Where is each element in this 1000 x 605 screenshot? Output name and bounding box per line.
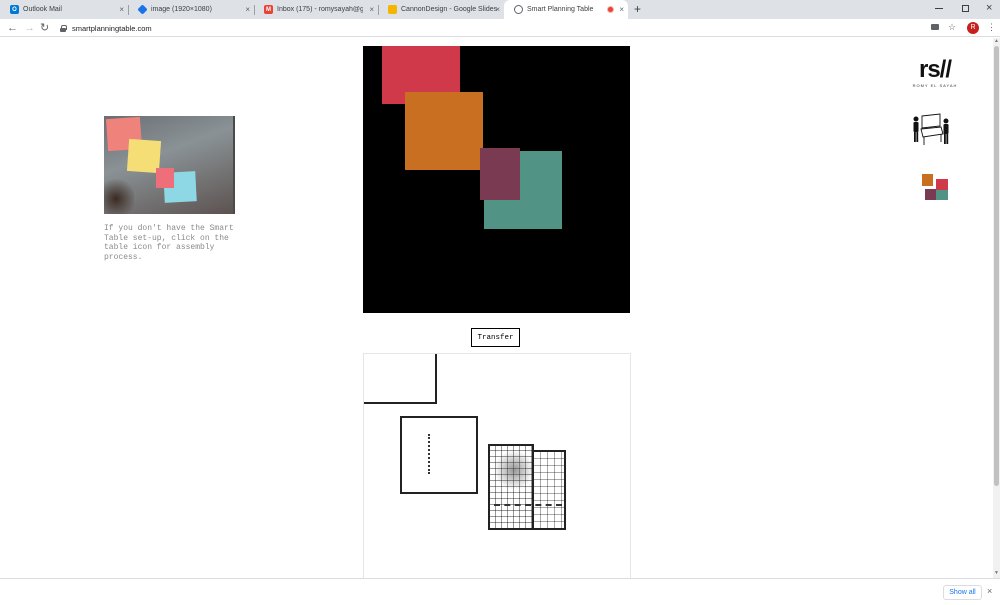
tab-google-slides[interactable]: CannonDesign - Google Slides × <box>378 0 504 19</box>
tab-title: image (1920×1080) <box>151 6 212 13</box>
close-icon[interactable]: × <box>245 5 250 14</box>
forward-button[interactable]: → <box>24 21 35 35</box>
smart-table-photo[interactable] <box>104 116 235 214</box>
reload-button[interactable]: ↻ <box>40 21 49 35</box>
browser-toolbar: ← → ↻ smartplanningtable.com ☆ R ⋮ <box>0 19 1000 37</box>
logo-mark: rs// <box>918 56 952 83</box>
url-text: smartplanningtable.com <box>72 23 152 33</box>
menu-icon[interactable]: ⋮ <box>987 22 996 33</box>
plan-room <box>400 416 478 494</box>
tab-strip: O Outlook Mail × image (1920×1080) × M I… <box>0 0 1000 19</box>
profile-avatar[interactable]: R <box>967 22 979 34</box>
plan-room <box>532 450 566 530</box>
close-icon[interactable]: × <box>495 5 500 14</box>
setup-instruction: If you don't have the Smart Table set-up… <box>104 224 234 262</box>
tab-title: Smart Planning Table <box>527 6 594 13</box>
photo-shadow <box>104 176 134 214</box>
new-tab-button[interactable]: + <box>634 3 641 15</box>
floor-plan-output <box>363 353 631 583</box>
tab-title: Outlook Mail <box>23 6 62 13</box>
close-icon[interactable]: × <box>119 5 124 14</box>
page-scrollbar[interactable]: ▲ ▼ <box>993 38 1000 578</box>
tab-outlook-mail[interactable]: O Outlook Mail × <box>0 0 129 19</box>
globe-icon <box>514 5 523 14</box>
plan-furniture <box>494 504 562 516</box>
tab-gmail-inbox[interactable]: M Inbox (175) - romysayah@gmail × <box>254 0 379 19</box>
close-icon[interactable]: × <box>987 586 992 596</box>
scroll-up-arrow[interactable]: ▲ <box>994 39 999 44</box>
square-orange[interactable] <box>405 92 483 170</box>
minimize-button[interactable] <box>935 8 943 9</box>
plan-shading <box>494 450 534 490</box>
window-close-button[interactable]: × <box>986 2 992 14</box>
squares-icon[interactable] <box>920 174 950 202</box>
square-maroon[interactable] <box>480 148 520 200</box>
lock-icon <box>60 24 67 32</box>
logo-name: ROMY EL SAYAH <box>912 83 958 88</box>
show-all-button[interactable]: Show all <box>943 585 982 600</box>
site-logo[interactable]: rs// ROMY EL SAYAH <box>905 56 965 89</box>
diamond-icon <box>137 4 148 15</box>
gmail-icon: M <box>264 5 273 14</box>
address-bar[interactable]: smartplanningtable.com <box>60 22 920 34</box>
design-canvas[interactable] <box>363 46 630 313</box>
plan-room <box>364 354 437 404</box>
scroll-thumb[interactable] <box>994 46 999 486</box>
tab-title: Inbox (175) - romysayah@gmail <box>277 6 363 13</box>
bookmark-star-icon[interactable]: ☆ <box>948 22 956 33</box>
recording-icon <box>607 6 614 13</box>
page-content: If you don't have the Smart Table set-up… <box>0 38 1000 583</box>
back-button[interactable]: ← <box>7 21 18 35</box>
tab-title: CannonDesign - Google Slides <box>401 6 498 13</box>
plan-furniture <box>428 434 432 474</box>
close-icon[interactable]: × <box>369 5 374 14</box>
tab-smart-planning-table[interactable]: Smart Planning Table × <box>504 0 628 19</box>
scroll-down-arrow[interactable]: ▼ <box>994 571 999 576</box>
close-icon[interactable]: × <box>619 5 624 14</box>
slides-icon <box>388 5 397 14</box>
camera-icon[interactable] <box>931 24 939 30</box>
restore-button[interactable] <box>962 5 969 12</box>
outlook-icon: O <box>10 5 19 14</box>
download-bar: Show all × <box>0 578 1000 605</box>
transfer-button[interactable]: Transfer <box>471 328 520 347</box>
sticky-note <box>156 168 174 188</box>
tab-image[interactable]: image (1920×1080) × <box>128 0 255 19</box>
smart-table-icon[interactable] <box>910 112 952 148</box>
